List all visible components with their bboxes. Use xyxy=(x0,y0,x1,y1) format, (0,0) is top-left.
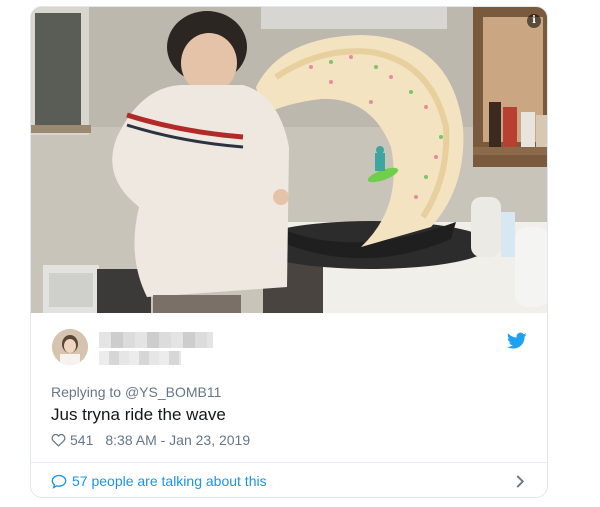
tweet-card: i Replying to @YS_BOMB11 Jus tryna ride … xyxy=(30,6,548,498)
info-icon[interactable]: i xyxy=(527,14,541,28)
chevron-right-icon[interactable] xyxy=(515,475,525,488)
timestamp-link[interactable]: 8:38 AM - Jan 23, 2019 xyxy=(105,432,250,448)
speech-bubble-icon xyxy=(51,474,67,489)
redacted-display-name xyxy=(99,332,213,348)
heart-icon[interactable] xyxy=(51,433,66,447)
conversation-link-label[interactable]: 57 people are talking about this xyxy=(72,473,267,489)
tweet-meta: 541 8:38 AM - Jan 23, 2019 xyxy=(51,431,250,449)
reply-context: Replying to @YS_BOMB11 xyxy=(51,384,221,400)
conversation-link[interactable]: 57 people are talking about this xyxy=(51,472,267,490)
avatar-image xyxy=(52,329,88,365)
like-count[interactable]: 541 xyxy=(70,432,93,448)
avatar[interactable] xyxy=(52,329,88,365)
reply-prefix: Replying to xyxy=(51,384,122,400)
twitter-bird-icon[interactable] xyxy=(507,332,527,350)
redacted-username xyxy=(99,351,181,365)
reply-mention-link[interactable]: @YS_BOMB11 xyxy=(125,384,221,400)
tweet-photo[interactable]: i xyxy=(31,7,547,313)
tweet-text: Jus tryna ride the wave xyxy=(51,405,226,424)
photo-illustration xyxy=(31,7,547,313)
divider xyxy=(31,462,547,463)
